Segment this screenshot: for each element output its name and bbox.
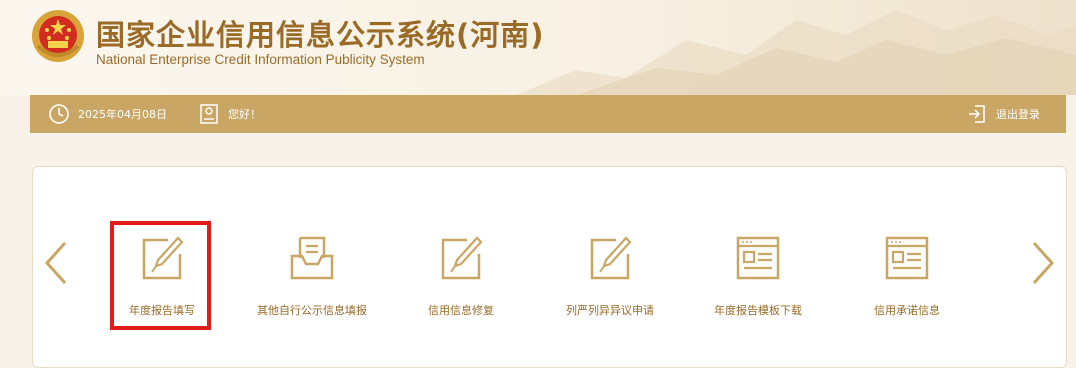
greeting-text: 您好！ xyxy=(228,108,261,121)
template-window-icon xyxy=(736,236,780,280)
edit-icon xyxy=(441,236,483,280)
mountain-background xyxy=(516,10,1076,95)
logout-button[interactable]: 退出登录 xyxy=(966,95,1040,133)
national-emblem-icon xyxy=(30,8,86,64)
user-greeting: 您好！ xyxy=(198,95,261,133)
user-badge-icon xyxy=(200,104,218,124)
chevron-left-icon xyxy=(44,241,67,285)
date-display: 2025年04月08日 xyxy=(48,95,167,133)
service-objection-application[interactable]: 列严列异异议申请 xyxy=(535,226,685,326)
chevron-right-icon xyxy=(1032,241,1055,285)
service-label: 列严列异异议申请 xyxy=(566,304,654,317)
selected-item-highlight xyxy=(110,221,211,330)
service-label: 其他自行公示信息填报 xyxy=(257,304,367,317)
carousel-prev-button[interactable] xyxy=(43,240,69,286)
edit-icon xyxy=(590,236,632,280)
logout-icon xyxy=(969,105,985,123)
carousel-next-button[interactable] xyxy=(1030,240,1056,286)
service-label: 信用信息修复 xyxy=(428,304,494,317)
top-bar: 2025年04月08日 您好！ 退出登录 xyxy=(30,95,1066,133)
logout-label[interactable]: 退出登录 xyxy=(996,106,1040,122)
service-credit-repair[interactable]: 信用信息修复 xyxy=(386,226,536,326)
site-subtitle: National Enterprise Credit Information P… xyxy=(96,52,425,67)
inbox-document-icon xyxy=(290,236,334,280)
service-label: 年度报告模板下载 xyxy=(714,304,802,317)
current-date: 2025年04月08日 xyxy=(78,108,167,121)
template-window-icon xyxy=(885,236,929,280)
service-label: 信用承诺信息 xyxy=(874,304,940,317)
service-other-self-publicity[interactable]: 其他自行公示信息填报 xyxy=(237,226,387,326)
service-credit-commitment[interactable]: 信用承诺信息 xyxy=(832,226,982,326)
site-title: 国家企业信用信息公示系统(河南) xyxy=(96,18,545,52)
clock-icon xyxy=(49,104,69,124)
service-report-template-download[interactable]: 年度报告模板下载 xyxy=(683,226,833,326)
site-header: 国家企业信用信息公示系统(河南) National Enterprise Cre… xyxy=(0,0,1076,95)
